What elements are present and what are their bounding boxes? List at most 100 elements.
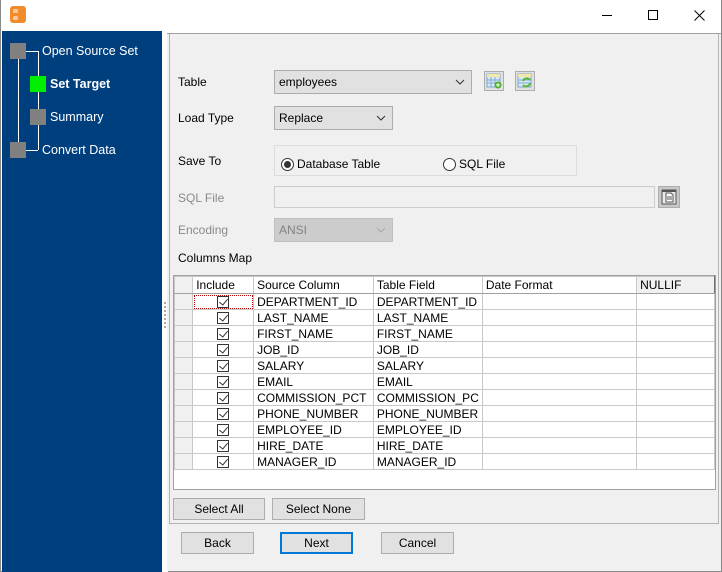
include-checkbox[interactable]: [217, 360, 230, 373]
row-header[interactable]: [173, 357, 194, 374]
nullif-cell[interactable]: [636, 309, 715, 326]
row-header[interactable]: [173, 405, 194, 422]
table-field-cell[interactable]: EMPLOYEE_ID: [372, 421, 483, 438]
nullif-cell[interactable]: [636, 373, 715, 390]
source-column-cell[interactable]: DEPARTMENT_ID: [253, 293, 374, 310]
next-button[interactable]: Next: [280, 532, 353, 554]
include-cell[interactable]: [192, 453, 255, 470]
source-column-cell[interactable]: SALARY: [253, 357, 374, 374]
table-field-cell[interactable]: HIRE_DATE: [372, 437, 483, 454]
grid-row[interactable]: EMAIL EMAIL: [173, 373, 715, 390]
include-checkbox[interactable]: [217, 392, 230, 405]
column-header-include[interactable]: Include: [192, 276, 255, 294]
include-checkbox[interactable]: [217, 424, 230, 437]
date-format-cell[interactable]: [481, 357, 638, 374]
grid-row[interactable]: HIRE_DATE HIRE_DATE: [173, 437, 715, 454]
include-cell[interactable]: [192, 309, 255, 326]
save-to-sql-file-radio[interactable]: SQL File: [443, 157, 505, 171]
add-table-button[interactable]: [484, 71, 504, 91]
nullif-cell[interactable]: [636, 405, 715, 422]
source-column-cell[interactable]: LAST_NAME: [253, 309, 374, 326]
table-field-cell[interactable]: JOB_ID: [372, 341, 483, 358]
column-header-table-field[interactable]: Table Field: [372, 276, 483, 294]
save-to-database-table-radio[interactable]: Database Table: [281, 157, 380, 171]
include-cell[interactable]: [192, 357, 255, 374]
nullif-cell[interactable]: [636, 421, 715, 438]
include-cell[interactable]: [192, 437, 255, 454]
date-format-cell[interactable]: [481, 453, 638, 470]
nullif-cell[interactable]: [636, 389, 715, 406]
grid-row[interactable]: JOB_ID JOB_ID: [173, 341, 715, 358]
include-cell[interactable]: [192, 293, 255, 310]
load-type-dropdown[interactable]: Replace: [274, 106, 393, 130]
nullif-cell[interactable]: [636, 325, 715, 342]
maximize-button[interactable]: [630, 0, 676, 30]
grid-row[interactable]: SALARY SALARY: [173, 357, 715, 374]
grid-row[interactable]: EMPLOYEE_ID EMPLOYEE_ID: [173, 421, 715, 438]
date-format-cell[interactable]: [481, 405, 638, 422]
table-field-cell[interactable]: SALARY: [372, 357, 483, 374]
source-column-cell[interactable]: MANAGER_ID: [253, 453, 374, 470]
include-checkbox[interactable]: [217, 408, 230, 421]
include-checkbox[interactable]: [217, 344, 230, 357]
source-column-cell[interactable]: FIRST_NAME: [253, 325, 374, 342]
source-column-cell[interactable]: EMPLOYEE_ID: [253, 421, 374, 438]
include-checkbox[interactable]: [217, 376, 230, 389]
include-checkbox[interactable]: [217, 296, 230, 309]
grid-row[interactable]: FIRST_NAME FIRST_NAME: [173, 325, 715, 342]
source-column-cell[interactable]: PHONE_NUMBER: [253, 405, 374, 422]
date-format-cell[interactable]: [481, 341, 638, 358]
column-header-date-format[interactable]: Date Format: [481, 276, 638, 294]
column-header-nullif[interactable]: NULLIF: [636, 276, 715, 294]
table-field-cell[interactable]: MANAGER_ID: [372, 453, 483, 470]
encoding-dropdown[interactable]: ANSI: [274, 218, 393, 242]
table-field-cell[interactable]: DEPARTMENT_ID: [372, 293, 483, 310]
sql-file-input[interactable]: [274, 186, 655, 208]
grid-row[interactable]: MANAGER_ID MANAGER_ID: [173, 453, 715, 470]
grid-row[interactable]: COMMISSION_PCT COMMISSION_PC: [173, 389, 715, 406]
column-header-source-column[interactable]: Source Column: [253, 276, 374, 294]
include-cell[interactable]: [192, 341, 255, 358]
source-column-cell[interactable]: COMMISSION_PCT: [253, 389, 374, 406]
table-field-cell[interactable]: EMAIL: [372, 373, 483, 390]
close-button[interactable]: [676, 0, 722, 30]
include-cell[interactable]: [192, 325, 255, 342]
table-field-cell[interactable]: COMMISSION_PC: [372, 389, 483, 406]
source-column-cell[interactable]: HIRE_DATE: [253, 437, 374, 454]
cancel-button[interactable]: Cancel: [381, 532, 454, 554]
include-checkbox[interactable]: [217, 440, 230, 453]
select-none-button[interactable]: Select None: [272, 498, 365, 520]
select-all-button[interactable]: Select All: [173, 498, 265, 520]
row-header[interactable]: [173, 373, 194, 390]
row-header[interactable]: [173, 421, 194, 438]
table-field-cell[interactable]: FIRST_NAME: [372, 325, 483, 342]
date-format-cell[interactable]: [481, 293, 638, 310]
include-checkbox[interactable]: [217, 328, 230, 341]
include-checkbox[interactable]: [217, 312, 230, 325]
table-field-cell[interactable]: LAST_NAME: [372, 309, 483, 326]
source-column-cell[interactable]: EMAIL: [253, 373, 374, 390]
grid-row[interactable]: LAST_NAME LAST_NAME: [173, 309, 715, 326]
row-header[interactable]: [173, 453, 194, 470]
grid-row[interactable]: DEPARTMENT_ID DEPARTMENT_ID: [173, 293, 715, 310]
include-cell[interactable]: [192, 389, 255, 406]
table-field-cell[interactable]: PHONE_NUMBER: [372, 405, 483, 422]
nullif-cell[interactable]: [636, 437, 715, 454]
table-dropdown[interactable]: employees: [274, 70, 472, 94]
include-cell[interactable]: [192, 373, 255, 390]
date-format-cell[interactable]: [481, 421, 638, 438]
date-format-cell[interactable]: [481, 309, 638, 326]
row-header[interactable]: [173, 437, 194, 454]
nullif-cell[interactable]: [636, 453, 715, 470]
include-checkbox[interactable]: [217, 456, 230, 469]
nullif-cell[interactable]: [636, 357, 715, 374]
browse-sql-file-button[interactable]: [658, 186, 680, 208]
date-format-cell[interactable]: [481, 325, 638, 342]
row-header[interactable]: [173, 389, 194, 406]
row-header[interactable]: [173, 325, 194, 342]
include-cell[interactable]: [192, 405, 255, 422]
source-column-cell[interactable]: JOB_ID: [253, 341, 374, 358]
nullif-cell[interactable]: [636, 341, 715, 358]
grid-row[interactable]: PHONE_NUMBER PHONE_NUMBER: [173, 405, 715, 422]
minimize-button[interactable]: [584, 0, 630, 30]
